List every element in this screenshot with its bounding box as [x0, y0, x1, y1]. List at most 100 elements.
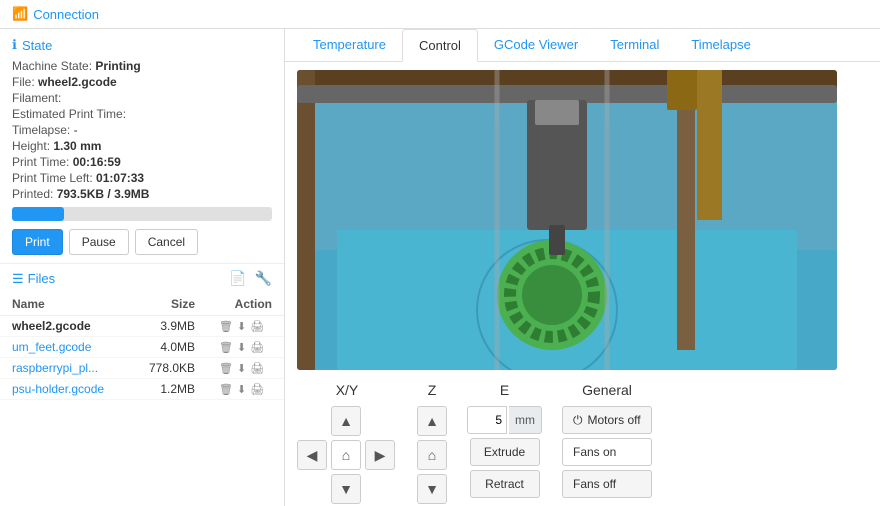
list-icon: ☰ [12, 271, 24, 287]
print-file-icon[interactable]: 🖨 [250, 320, 264, 333]
file-action-icons: 🗑 ⬇ 🖨 [219, 383, 272, 396]
z-control: ▲ ⌂ ▼ [417, 406, 447, 504]
wrench-icon[interactable]: 🔧 [255, 270, 272, 287]
files-actions: 📄 🔧 [229, 270, 272, 287]
general-controls: ⏻ Motors off Fans on Fans off [562, 406, 652, 498]
mm-input-row: mm [467, 406, 542, 434]
file-action-icons: 🗑 ⬇ 🖨 [219, 320, 272, 333]
retract-button[interactable]: Retract [470, 470, 540, 498]
print-file-icon[interactable]: 🖨 [250, 383, 264, 396]
files-title: ☰ Files [12, 271, 55, 287]
print-file-icon[interactable]: 🖨 [250, 341, 264, 354]
col-name: Name [0, 293, 129, 316]
z-label: Z [428, 382, 437, 398]
download-icon[interactable]: ⬇ [237, 320, 246, 333]
download-icon[interactable]: ⬇ [237, 341, 246, 354]
print-time-row: Print Time: 00:16:59 [12, 155, 272, 169]
file-action-icons: 🗑 ⬇ 🖨 [219, 341, 272, 354]
right-panel: Temperature Control GCode Viewer Termina… [285, 29, 880, 506]
tab-bar: Temperature Control GCode Viewer Termina… [285, 29, 880, 62]
file-name[interactable]: raspberrypi_pl... [12, 361, 98, 375]
webcam-feed [297, 70, 837, 370]
info-icon: ℹ [12, 37, 17, 53]
fans-on-button[interactable]: Fans on [562, 438, 652, 466]
webcam-area [285, 62, 880, 374]
delete-icon[interactable]: 🗑 [219, 362, 233, 375]
mm-unit-label: mm [509, 406, 542, 434]
e-control-section: E mm Extrude Retract [467, 382, 542, 498]
table-row: wheel2.gcode 3.9MB 🗑 ⬇ 🖨 [0, 316, 284, 337]
home-xy-button[interactable]: ⌂ [331, 440, 361, 470]
tab-temperature[interactable]: Temperature [297, 29, 402, 62]
delete-icon[interactable]: 🗑 [219, 320, 233, 333]
table-row: psu-holder.gcode 1.2MB 🗑 ⬇ 🖨 [0, 379, 284, 400]
e-control: mm Extrude Retract [467, 406, 542, 498]
mm-input[interactable] [467, 406, 507, 434]
extrude-button[interactable]: Extrude [470, 438, 540, 466]
state-title: ℹ State [12, 37, 272, 53]
pause-button[interactable]: Pause [69, 229, 129, 255]
cancel-button[interactable]: Cancel [135, 229, 198, 255]
filament-row: Filament: [12, 91, 272, 105]
tab-terminal[interactable]: Terminal [594, 29, 675, 62]
fans-off-button[interactable]: Fans off [562, 470, 652, 498]
download-icon[interactable]: ⬇ [237, 362, 246, 375]
y-minus-button[interactable]: ▼ [331, 474, 361, 504]
z-plus-button[interactable]: ▲ [417, 406, 447, 436]
printer-image-svg [297, 70, 837, 370]
estimated-print-time-row: Estimated Print Time: [12, 107, 272, 121]
file-size: 3.9MB [129, 316, 207, 337]
action-buttons: Print Pause Cancel [12, 229, 272, 255]
progress-bar-container [12, 207, 272, 221]
file-name: wheel2.gcode [12, 319, 91, 333]
height-row: Height: 1.30 mm [12, 139, 272, 153]
table-row: um_feet.gcode 4.0MB 🗑 ⬇ 🖨 [0, 337, 284, 358]
files-header: ☰ Files 📄 🔧 [0, 263, 284, 293]
connection-label[interactable]: Connection [33, 7, 99, 22]
general-label: General [582, 382, 632, 398]
x-minus-button[interactable]: ◀ [297, 440, 327, 470]
tab-timelapse[interactable]: Timelapse [675, 29, 766, 62]
motors-off-button[interactable]: ⏻ Motors off [562, 406, 652, 434]
file-action-icons: 🗑 ⬇ 🖨 [219, 362, 272, 375]
file-name[interactable]: psu-holder.gcode [12, 382, 104, 396]
file-size: 4.0MB [129, 337, 207, 358]
signal-icon: 📶 [12, 6, 28, 22]
file-size: 1.2MB [129, 379, 207, 400]
xy-grid: ▲ ◀ ⌂ ▶ ▼ [297, 406, 397, 506]
e-label: E [500, 382, 509, 398]
print-file-icon[interactable]: 🖨 [250, 362, 264, 375]
delete-icon[interactable]: 🗑 [219, 341, 233, 354]
timelapse-row: Timelapse: - [12, 123, 272, 137]
machine-state-row: Machine State: Printing [12, 59, 272, 73]
col-size: Size [129, 293, 207, 316]
top-bar: 📶 Connection [0, 0, 880, 29]
power-icon: ⏻ [573, 413, 583, 428]
x-plus-button[interactable]: ▶ [365, 440, 395, 470]
home-z-button[interactable]: ⌂ [417, 440, 447, 470]
print-button[interactable]: Print [12, 229, 63, 255]
file-row: File: wheel2.gcode [12, 75, 272, 89]
xy-control-section: X/Y ▲ ◀ ⌂ ▶ ▼ [297, 382, 397, 506]
files-table: Name Size Action wheel2.gcode 3.9MB 🗑 ⬇ … [0, 293, 284, 400]
general-control-section: General ⏻ Motors off Fans on Fans off [562, 382, 652, 498]
print-time-left-row: Print Time Left: 01:07:33 [12, 171, 272, 185]
sidebar: ℹ State Machine State: Printing File: wh… [0, 29, 285, 506]
tab-gcode-viewer[interactable]: GCode Viewer [478, 29, 594, 62]
state-section: ℹ State Machine State: Printing File: wh… [0, 29, 284, 263]
printed-row: Printed: 793.5KB / 3.9MB [12, 187, 272, 201]
connection-section: 📶 Connection [12, 6, 99, 22]
progress-bar-fill [12, 207, 64, 221]
xy-label: X/Y [336, 382, 359, 398]
file-name[interactable]: um_feet.gcode [12, 340, 91, 354]
download-icon[interactable]: ⬇ [237, 383, 246, 396]
z-minus-button[interactable]: ▼ [417, 474, 447, 504]
tab-control[interactable]: Control [402, 29, 478, 62]
control-panel: X/Y ▲ ◀ ⌂ ▶ ▼ Z [285, 374, 880, 506]
file-size: 778.0KB [129, 358, 207, 379]
table-row: raspberrypi_pl... 778.0KB 🗑 ⬇ 🖨 [0, 358, 284, 379]
z-control-section: Z ▲ ⌂ ▼ [417, 382, 447, 504]
y-plus-button[interactable]: ▲ [331, 406, 361, 436]
delete-icon[interactable]: 🗑 [219, 383, 233, 396]
upload-icon[interactable]: 📄 [229, 270, 246, 287]
